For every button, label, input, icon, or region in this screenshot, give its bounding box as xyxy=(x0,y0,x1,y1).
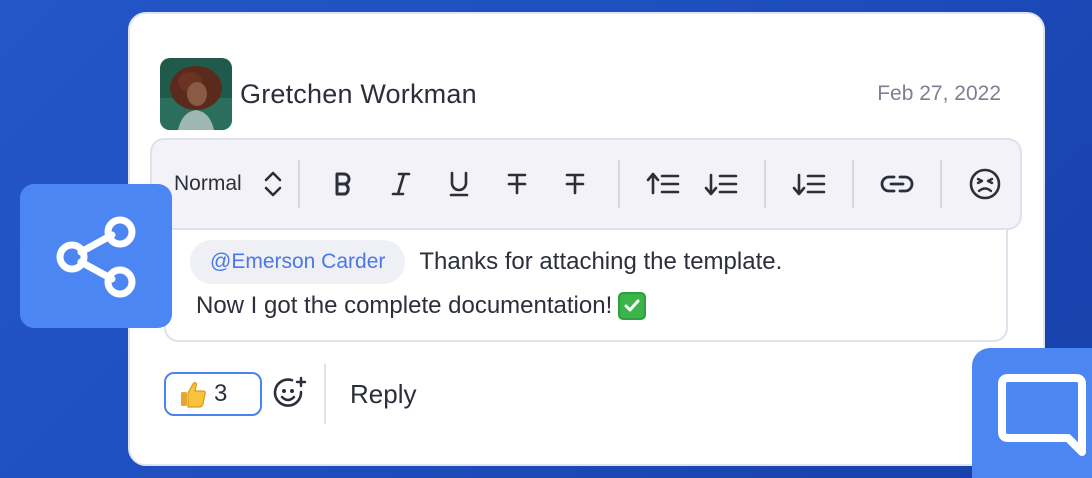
strikethrough-alt-icon xyxy=(565,173,584,195)
chat-bubble-icon xyxy=(998,374,1086,456)
check-mark-emoji-icon xyxy=(618,292,647,320)
bold-button[interactable] xyxy=(321,162,365,206)
toolbar-divider xyxy=(617,160,620,208)
message-text-1: Thanks for attaching the template. xyxy=(419,248,783,275)
list-ascending-button[interactable] xyxy=(641,162,685,206)
share-badge[interactable] xyxy=(20,184,172,328)
comment-header: Gretchen Workman Feb 27, 2022 xyxy=(160,58,1001,130)
emoji-button[interactable] xyxy=(963,162,1007,206)
underline-button[interactable] xyxy=(437,162,481,206)
author-name[interactable]: Gretchen Workman xyxy=(240,79,477,110)
toolbar-divider xyxy=(851,160,854,208)
message-line-2: Now I got the complete documentation! xyxy=(196,292,647,320)
comment-editor[interactable]: @Emerson Carder Thanks for attaching the… xyxy=(164,230,1008,342)
reply-button[interactable]: Reply xyxy=(350,379,416,410)
list-descending-icon xyxy=(704,173,737,196)
reaction-count: 3 xyxy=(214,380,228,407)
comment-actions: 3 Reply xyxy=(164,364,416,424)
toolbar-divider xyxy=(763,160,766,208)
toolbar-divider xyxy=(297,160,300,208)
comment-date: Feb 27, 2022 xyxy=(877,82,1001,105)
add-reaction-button[interactable] xyxy=(272,376,308,412)
italic-icon xyxy=(391,172,410,196)
text-style-select[interactable]: Normal xyxy=(174,162,284,206)
list-descending-button[interactable] xyxy=(699,162,743,206)
toolbar-divider xyxy=(939,160,942,208)
chat-badge[interactable] xyxy=(972,348,1092,478)
message-text-2: Now I got the complete documentation! xyxy=(196,292,613,319)
share-icon xyxy=(56,216,136,298)
strikethrough-icon xyxy=(507,173,526,195)
list-ascending-icon xyxy=(646,172,679,195)
avatar[interactable] xyxy=(160,58,232,130)
formatting-toolbar: Normal xyxy=(150,138,1022,230)
list-sorted-icon xyxy=(792,173,825,196)
underline-icon xyxy=(449,171,468,197)
add-emoji-icon xyxy=(273,376,307,407)
strikethrough-button[interactable] xyxy=(495,162,539,206)
user-mention[interactable]: @Emerson Carder xyxy=(190,240,406,284)
link-icon xyxy=(880,175,914,193)
chevron-updown-icon xyxy=(262,168,284,200)
actions-divider xyxy=(324,364,326,424)
comment-card: Gretchen Workman Feb 27, 2022 Normal @Em… xyxy=(128,12,1045,466)
emoji-icon xyxy=(969,168,1000,200)
text-style-value: Normal xyxy=(174,172,242,195)
link-button[interactable] xyxy=(875,162,919,206)
strikethrough-alt-button[interactable] xyxy=(553,162,597,206)
list-sorted-button[interactable] xyxy=(787,162,831,206)
thumbs-up-reaction[interactable]: 3 xyxy=(164,372,262,416)
thumbs-up-icon xyxy=(178,379,208,409)
message-line-1: @Emerson Carder Thanks for attaching the… xyxy=(190,240,782,284)
bold-icon xyxy=(335,172,351,196)
italic-button[interactable] xyxy=(379,162,423,206)
